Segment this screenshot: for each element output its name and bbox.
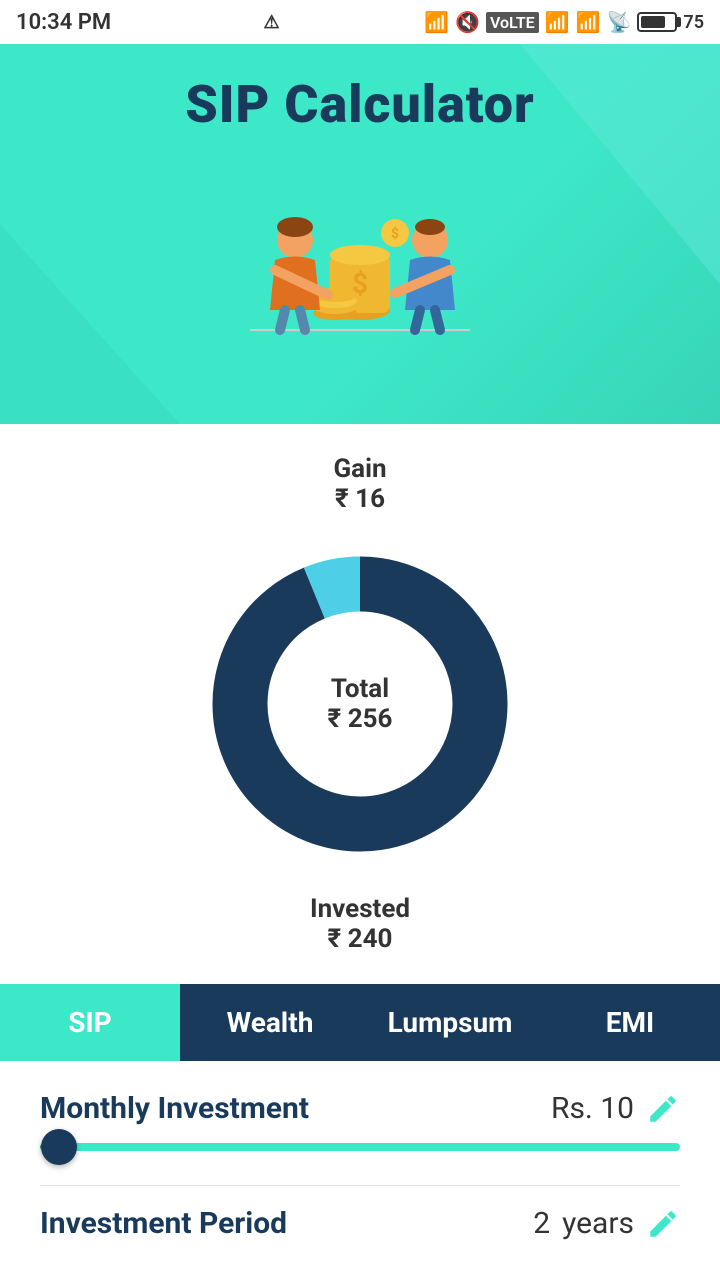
tab-wealth[interactable]: Wealth — [180, 984, 360, 1061]
status-time: 10:34 PM — [16, 10, 111, 35]
monthly-investment-edit-icon[interactable] — [646, 1092, 680, 1126]
investment-period-row: Investment Period 2 years — [40, 1206, 680, 1241]
tab-emi[interactable]: EMI — [540, 984, 720, 1061]
form-section: Monthly Investment Rs. 10 Investment Per… — [40, 1061, 680, 1241]
illustration-svg: $ — [220, 165, 500, 345]
monthly-investment-value: Rs. 10 — [551, 1091, 634, 1126]
investment-period-value-group: 2 years — [533, 1206, 680, 1241]
wifi-icon: 📡 — [607, 10, 632, 34]
divider-1 — [40, 1185, 680, 1186]
monthly-investment-row: Monthly Investment Rs. 10 — [40, 1091, 680, 1126]
status-icons: 📶 🔇 VoLTE 📶 📶 📡 75 — [424, 10, 704, 34]
donut-center: Total ₹ 256 — [328, 674, 393, 734]
volte-icon: VoLTE — [486, 12, 539, 33]
chart-container: Total ₹ 256 — [40, 534, 680, 874]
battery-fill — [641, 16, 665, 28]
tabs-container: SIP Wealth Lumpsum EMI — [0, 984, 720, 1061]
mute-icon: 🔇 — [455, 10, 480, 34]
monthly-investment-label: Monthly Investment — [40, 1091, 309, 1126]
gain-value: ₹ 16 — [40, 484, 680, 514]
status-bar: 10:34 PM ⚠ 📶 🔇 VoLTE 📶 📶 📡 75 — [0, 0, 720, 44]
invested-label: Invested — [40, 894, 680, 924]
monthly-investment-value-group: Rs. 10 — [551, 1091, 680, 1126]
tab-lumpsum[interactable]: Lumpsum — [360, 984, 540, 1061]
invested-value: ₹ 240 — [40, 924, 680, 954]
gain-label: Gain — [40, 454, 680, 484]
signal-icon-2: 📶 — [576, 10, 601, 34]
investment-period-value: 2 — [533, 1206, 550, 1241]
tab-sip[interactable]: SIP — [0, 984, 180, 1061]
app-title: SIP Calculator — [20, 74, 700, 135]
monthly-investment-slider[interactable] — [40, 1143, 680, 1151]
hero-illustration: $ — [20, 145, 700, 345]
status-alert: ⚠ — [264, 12, 280, 33]
donut-chart: Total ₹ 256 — [190, 534, 530, 874]
gain-section: Gain ₹ 16 — [40, 454, 680, 514]
donut-total-value: ₹ 256 — [328, 704, 393, 734]
investment-period-label: Investment Period — [40, 1206, 287, 1241]
invested-section: Invested ₹ 240 — [40, 894, 680, 954]
investment-period-edit-icon[interactable] — [646, 1207, 680, 1241]
investment-period-unit: years — [562, 1206, 634, 1241]
donut-total-label: Total — [328, 674, 393, 704]
main-content: Gain ₹ 16 Total ₹ 256 — [0, 424, 720, 1281]
battery-percent: 75 — [683, 12, 704, 33]
signal-icon-1: 📶 — [545, 10, 570, 34]
battery-icon — [637, 12, 677, 32]
hero-section: SIP Calculator $ — [0, 44, 720, 424]
monthly-investment-slider-container — [40, 1136, 680, 1155]
bluetooth-icon: 📶 — [424, 10, 449, 34]
svg-text:$: $ — [391, 225, 399, 242]
